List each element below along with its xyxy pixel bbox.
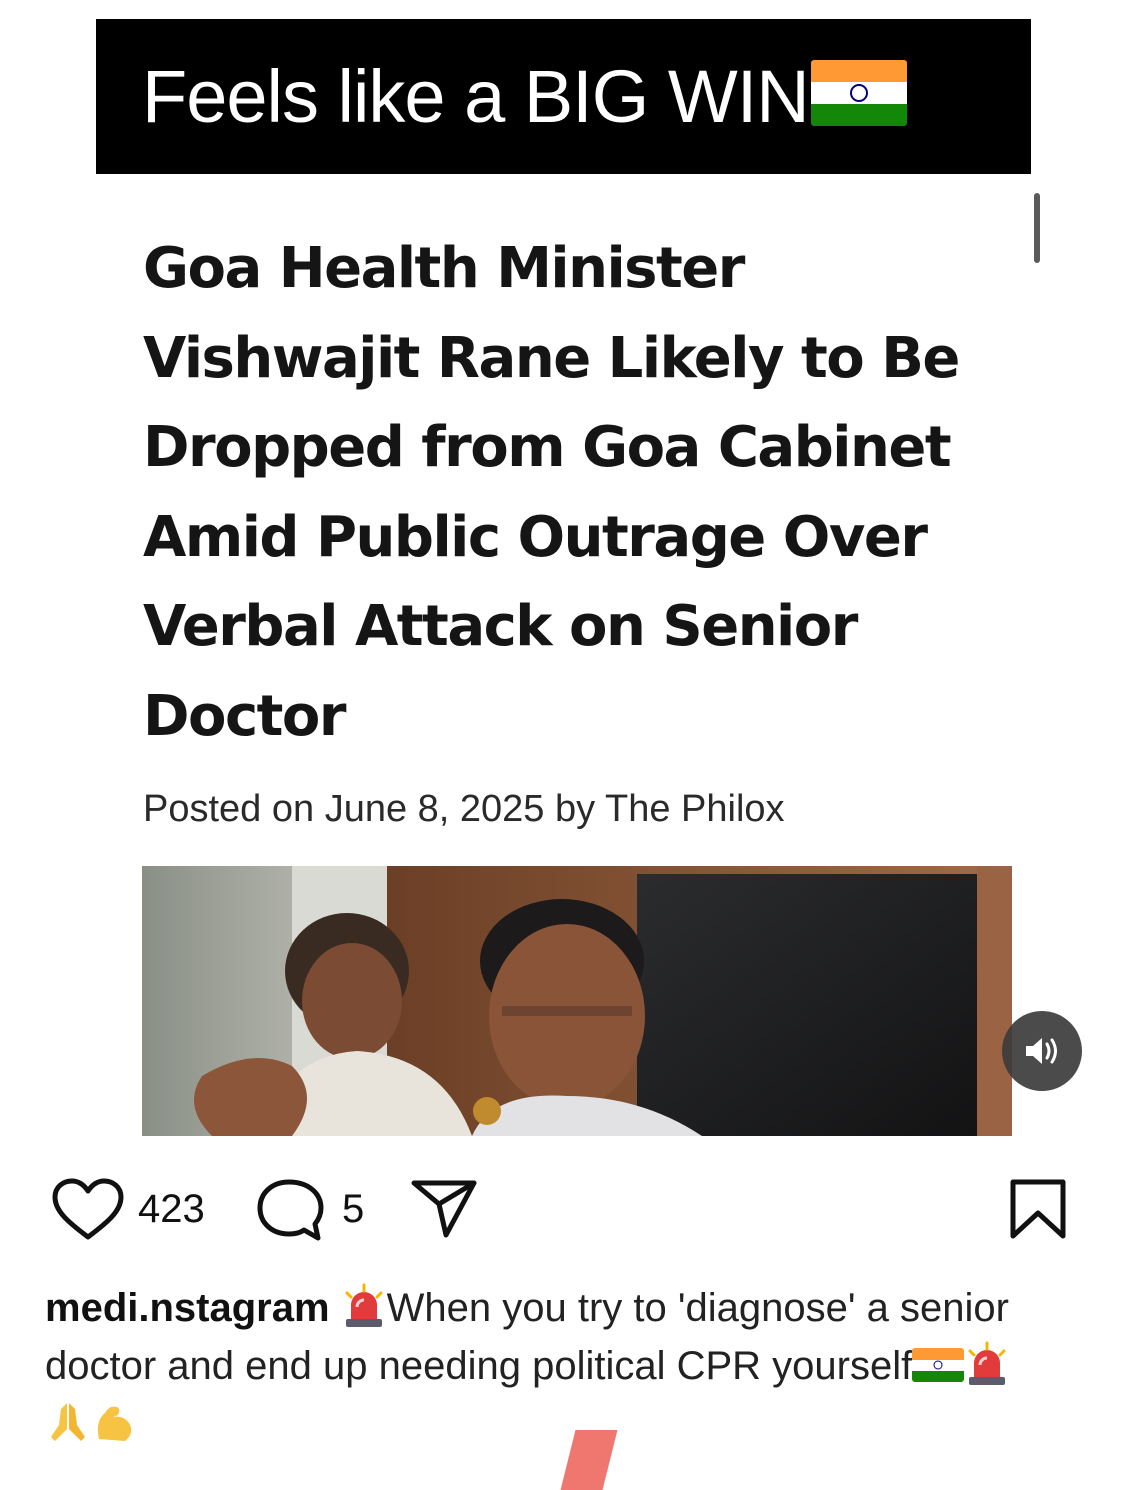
post-caption: medi.nstagram When you try to 'diagnose'…	[45, 1279, 1045, 1453]
article-headline: Goa Health Minister Vishwajit Rane Likel…	[143, 236, 960, 749]
flexed-biceps-icon	[97, 1407, 132, 1442]
banner-text: Feels like a BIG WIN	[142, 55, 810, 138]
bookmark-icon[interactable]	[1008, 1178, 1068, 1240]
speaker-icon	[1026, 1038, 1057, 1064]
article-photo	[142, 866, 1012, 1136]
siren-icon	[345, 1283, 383, 1328]
scrollbar[interactable]	[1034, 193, 1040, 263]
folded-hands-icon	[51, 1403, 85, 1442]
audio-toggle-button[interactable]	[1002, 1011, 1082, 1091]
comment-count: 5	[342, 1187, 365, 1231]
india-flag-icon	[912, 1348, 965, 1383]
caption-username[interactable]: medi.nstagram	[45, 1286, 330, 1330]
article-byline: Posted on June 8, 2025 by The Philox	[143, 788, 785, 830]
comment-bubble-icon[interactable]	[255, 1178, 327, 1244]
like-count: 423	[138, 1187, 205, 1231]
like-heart-icon[interactable]	[50, 1177, 126, 1243]
siren-icon	[968, 1341, 1006, 1386]
banner: Feels like a BIG WIN	[96, 19, 1031, 174]
share-paper-plane-icon[interactable]	[410, 1178, 478, 1240]
india-flag-icon	[810, 59, 907, 126]
